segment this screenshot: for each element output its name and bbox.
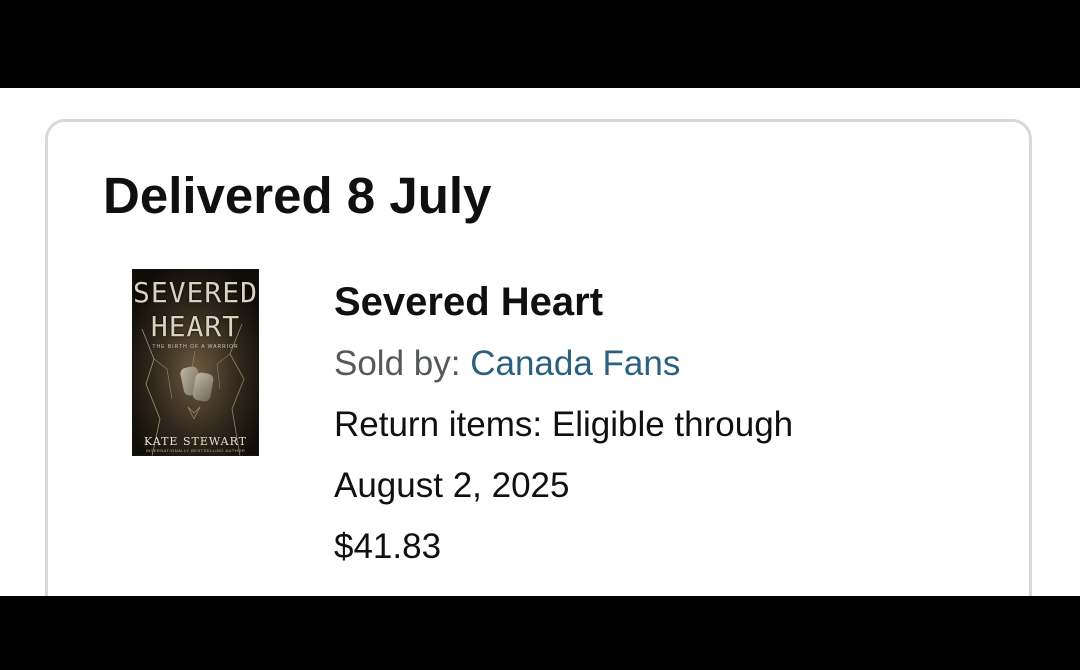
cover-title-line2: HEART: [150, 310, 241, 343]
return-eligibility-date: August 2, 2025: [334, 466, 570, 505]
item-price: $41.83: [334, 527, 442, 566]
seller-link[interactable]: Canada Fans: [470, 344, 680, 383]
sold-by-line: Sold by: Canada Fans: [334, 333, 1014, 394]
delivery-status-heading: Delivered 8 July: [103, 167, 492, 224]
cover-author: KATE STEWART: [143, 435, 247, 448]
sold-by-label: Sold by:: [334, 344, 471, 383]
cover-subtitle: THE BIRTH OF A WARRIOR: [152, 344, 239, 350]
cover-title-line1: SEVERED: [132, 276, 258, 309]
item-details: Severed Heart Sold by: Canada Fans Retur…: [334, 272, 1014, 577]
order-card: Delivered 8 July SEVERED HEART THE BIRTH…: [45, 119, 1032, 596]
order-page: Delivered 8 July SEVERED HEART THE BIRTH…: [0, 88, 1080, 596]
return-eligibility-line1: Return items: Eligible through: [334, 405, 794, 444]
product-title-link[interactable]: Severed Heart: [334, 272, 1014, 333]
cover-tagline: INTERNATIONALLY BESTSELLING AUTHOR: [145, 448, 246, 453]
product-cover-image[interactable]: SEVERED HEART THE BIRTH OF A WARRIOR KAT…: [132, 269, 259, 456]
